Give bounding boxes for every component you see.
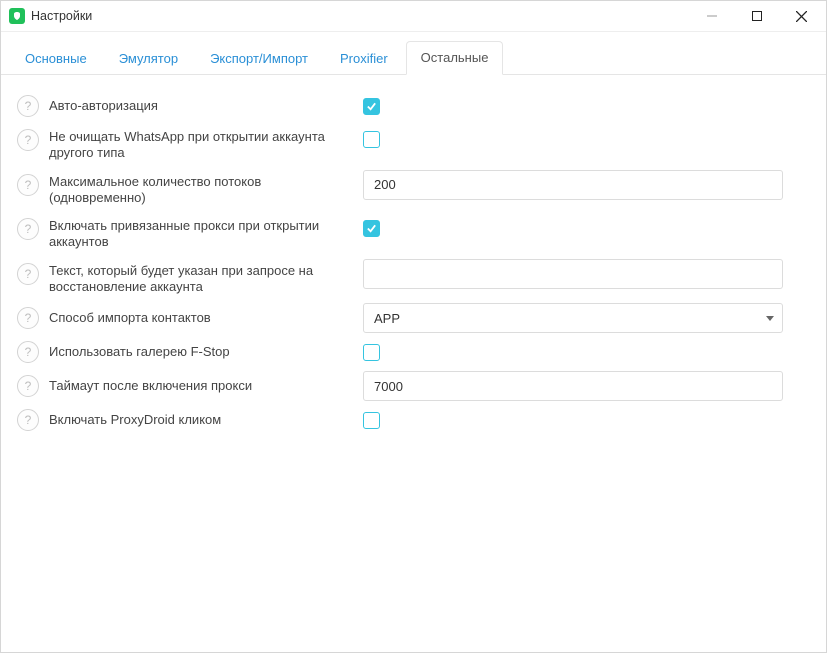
help-auto-auth[interactable]: ? xyxy=(17,95,39,117)
help-recovery-text[interactable]: ? xyxy=(17,263,39,285)
help-max-threads[interactable]: ? xyxy=(17,174,39,196)
help-icon: ? xyxy=(17,263,39,285)
titlebar: Настройки xyxy=(1,1,826,32)
app-icon xyxy=(9,8,25,24)
label-proxydroid-click: Включать ProxyDroid кликом xyxy=(49,408,353,432)
label-max-threads: Максимальное количество потоков (одновре… xyxy=(49,170,353,211)
row-proxy-timeout: ? Таймаут после включения прокси xyxy=(17,371,806,401)
help-icon: ? xyxy=(17,129,39,151)
close-button[interactable] xyxy=(779,2,824,30)
label-recovery-text: Текст, который будет указан при запросе … xyxy=(49,259,353,300)
minimize-button[interactable] xyxy=(689,2,734,30)
checkbox-enable-proxy[interactable] xyxy=(363,220,380,237)
help-keep-whatsapp[interactable]: ? xyxy=(17,129,39,151)
row-import-method: ? Способ импорта контактов APP xyxy=(17,303,806,333)
help-proxy-timeout[interactable]: ? xyxy=(17,375,39,397)
help-proxydroid-click[interactable]: ? xyxy=(17,409,39,431)
row-auto-auth: ? Авто-авторизация xyxy=(17,91,806,121)
row-max-threads: ? Максимальное количество потоков (однов… xyxy=(17,170,806,211)
tab-emulator[interactable]: Эмулятор xyxy=(105,43,192,75)
label-proxy-timeout: Таймаут после включения прокси xyxy=(49,374,353,398)
checkbox-proxydroid-click[interactable] xyxy=(363,412,380,429)
help-icon: ? xyxy=(17,95,39,117)
tab-bar: Основные Эмулятор Экспорт/Импорт Proxifi… xyxy=(1,32,826,75)
row-proxydroid-click: ? Включать ProxyDroid кликом xyxy=(17,405,806,435)
row-recovery-text: ? Текст, который будет указан при запрос… xyxy=(17,259,806,300)
checkbox-auto-auth[interactable] xyxy=(363,98,380,115)
label-auto-auth: Авто-авторизация xyxy=(49,94,353,118)
row-use-fstop: ? Использовать галерею F-Stop xyxy=(17,337,806,367)
row-enable-proxy: ? Включать привязанные прокси при открыт… xyxy=(17,214,806,255)
maximize-button[interactable] xyxy=(734,2,779,30)
label-import-method: Способ импорта контактов xyxy=(49,306,353,330)
tab-proxifier[interactable]: Proxifier xyxy=(326,43,402,75)
help-icon: ? xyxy=(17,341,39,363)
help-icon: ? xyxy=(17,409,39,431)
checkbox-keep-whatsapp[interactable] xyxy=(363,131,380,148)
window-title: Настройки xyxy=(31,9,92,23)
input-recovery-text[interactable] xyxy=(363,259,783,289)
label-keep-whatsapp: Не очищать WhatsApp при открытии аккаунт… xyxy=(49,125,353,166)
label-enable-proxy: Включать привязанные прокси при открытии… xyxy=(49,214,353,255)
content-area: ? Авто-авторизация ? Не очищать WhatsApp… xyxy=(1,75,826,652)
help-import-method[interactable]: ? xyxy=(17,307,39,329)
chevron-down-icon xyxy=(766,316,774,321)
help-use-fstop[interactable]: ? xyxy=(17,341,39,363)
tab-main[interactable]: Основные xyxy=(11,43,101,75)
input-proxy-timeout[interactable] xyxy=(363,371,783,401)
tab-other[interactable]: Остальные xyxy=(406,41,504,75)
checkbox-use-fstop[interactable] xyxy=(363,344,380,361)
help-icon: ? xyxy=(17,307,39,329)
input-max-threads[interactable] xyxy=(363,170,783,200)
select-import-method-value: APP xyxy=(374,311,400,326)
settings-window: Настройки Основные Эмулятор Экспорт/Импо… xyxy=(0,0,827,653)
help-icon: ? xyxy=(17,375,39,397)
tab-export-import[interactable]: Экспорт/Импорт xyxy=(196,43,322,75)
help-icon: ? xyxy=(17,218,39,240)
row-keep-whatsapp: ? Не очищать WhatsApp при открытии аккау… xyxy=(17,125,806,166)
label-use-fstop: Использовать галерею F-Stop xyxy=(49,340,353,364)
help-enable-proxy[interactable]: ? xyxy=(17,218,39,240)
help-icon: ? xyxy=(17,174,39,196)
select-import-method[interactable]: APP xyxy=(363,303,783,333)
